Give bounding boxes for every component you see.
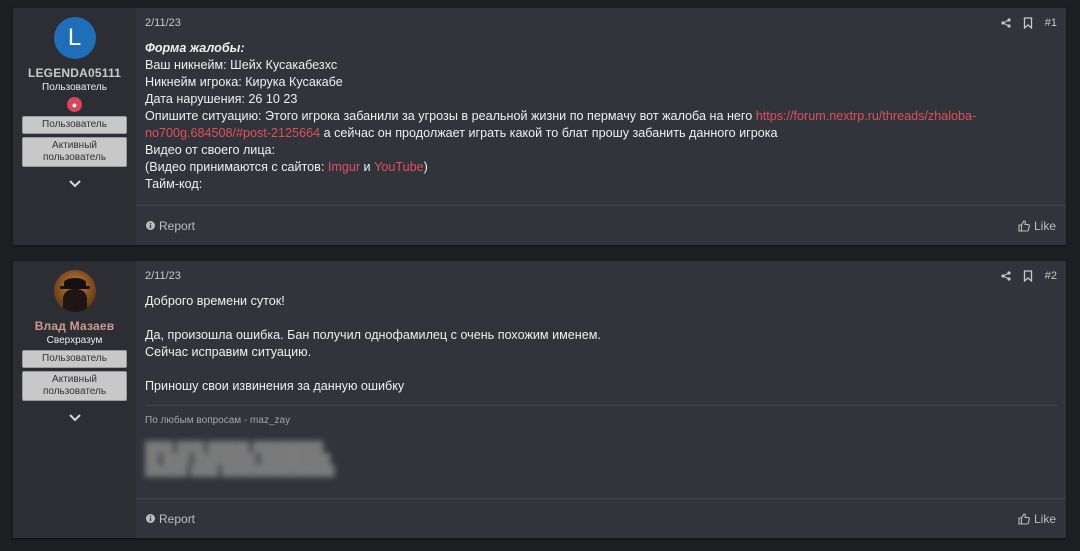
post-date[interactable]: 2/11/23	[145, 270, 181, 282]
body-line: Да, произошла ошибка. Бан получил однофа…	[145, 328, 601, 342]
user-title: Сверхразум	[46, 335, 103, 346]
imgur-link[interactable]: Imgur	[328, 160, 360, 174]
report-button[interactable]: Report	[146, 219, 195, 233]
share-icon[interactable]	[1001, 271, 1011, 281]
like-label: Like	[1033, 218, 1056, 233]
post-number[interactable]: #2	[1045, 270, 1057, 282]
post-content: 2/11/23 #2 Доброго времени суток! Да, пр…	[136, 261, 1066, 538]
situation-text: а сейчас он продолжает играть какой то б…	[320, 126, 778, 140]
info-icon	[146, 221, 155, 230]
username[interactable]: LEGENDA05111	[28, 66, 121, 80]
thumbs-up-icon	[1018, 512, 1030, 525]
post-header: 2/11/23 #1	[136, 8, 1066, 38]
post-2: Влад Мазаев Сверхразум Пользователь Акти…	[13, 261, 1066, 538]
body-line: Никнейм игрока: Кирука Кусакабе	[145, 75, 343, 89]
signature: По любым вопросам - maz_zay ████ ████ ██…	[145, 405, 1057, 478]
body-line: Тайм-код:	[145, 177, 203, 191]
report-label: Report	[159, 218, 196, 233]
text-fragment: )	[423, 160, 428, 174]
info-icon	[146, 514, 155, 523]
text-fragment: и	[360, 160, 375, 174]
post-1: L LEGENDA05111 Пользователь ● Пользовате…	[13, 8, 1066, 245]
post-footer: Report Like	[136, 498, 1066, 538]
form-heading: Форма жалобы:	[145, 41, 245, 55]
text-fragment: (Видео принимаются с сайтов:	[145, 160, 328, 174]
report-button[interactable]: Report	[146, 512, 195, 526]
post-footer: Report Like	[136, 205, 1066, 245]
username[interactable]: Влад Мазаев	[35, 319, 115, 333]
user-banner: Пользователь	[22, 116, 127, 134]
user-banner: Активный пользователь	[22, 137, 127, 167]
situation-line: Опишите ситуацию: Этого игрока забанили …	[145, 108, 1057, 142]
report-label: Report	[159, 511, 196, 526]
user-panel: L LEGENDA05111 Пользователь ● Пользовате…	[13, 8, 136, 245]
like-button[interactable]: Like	[1018, 219, 1056, 233]
situation-text: Опишите ситуацию: Этого игрока забанили …	[145, 109, 756, 123]
user-panel: Влад Мазаев Сверхразум Пользователь Акти…	[13, 261, 136, 538]
body-line: Дата нарушения: 26 10 23	[145, 92, 298, 106]
video-sites-line: (Видео принимаются с сайтов: Imgur и You…	[145, 159, 1057, 176]
post-content: 2/11/23 #1 Форма жалобы: Ваш никнейм: Ше…	[136, 8, 1066, 245]
chevron-down-icon[interactable]	[68, 175, 81, 193]
post-body: Доброго времени суток! Да, произошла оши…	[136, 291, 1066, 395]
signature-blurred: ████ ████ ██████ ██████████ ██ ████ ████…	[145, 442, 335, 477]
user-banner: Активный пользователь	[22, 371, 127, 401]
like-label: Like	[1033, 511, 1056, 526]
post-header: 2/11/23 #2	[136, 261, 1066, 291]
post-date[interactable]: 2/11/23	[145, 17, 181, 29]
thumbs-up-icon	[1018, 219, 1030, 232]
post-number[interactable]: #1	[1045, 17, 1057, 29]
staff-badge-icon: ●	[67, 97, 82, 112]
post-body: Форма жалобы: Ваш никнейм: Шейх Кусакабе…	[136, 38, 1066, 193]
avatar[interactable]	[53, 270, 96, 312]
share-icon[interactable]	[1001, 18, 1011, 28]
avatar[interactable]: L	[53, 17, 96, 59]
chevron-down-icon[interactable]	[68, 409, 81, 427]
youtube-link[interactable]: YouTube	[374, 160, 424, 174]
body-line: Доброго времени суток!	[145, 294, 285, 308]
like-button[interactable]: Like	[1018, 512, 1056, 526]
user-banner: Пользователь	[22, 350, 127, 368]
body-line: Приношу свои извинения за данную ошибку	[145, 379, 405, 393]
bookmark-icon[interactable]	[1023, 17, 1033, 29]
body-line: Видео от своего лица:	[145, 143, 276, 157]
bookmark-icon[interactable]	[1023, 270, 1033, 282]
signature-text: По любым вопросам - maz_zay	[145, 415, 291, 426]
user-title: Пользователь	[42, 82, 107, 93]
body-line: Сейчас исправим ситуацию.	[145, 345, 312, 359]
body-line: Ваш никнейм: Шейх Кусакабезхс	[145, 58, 338, 72]
